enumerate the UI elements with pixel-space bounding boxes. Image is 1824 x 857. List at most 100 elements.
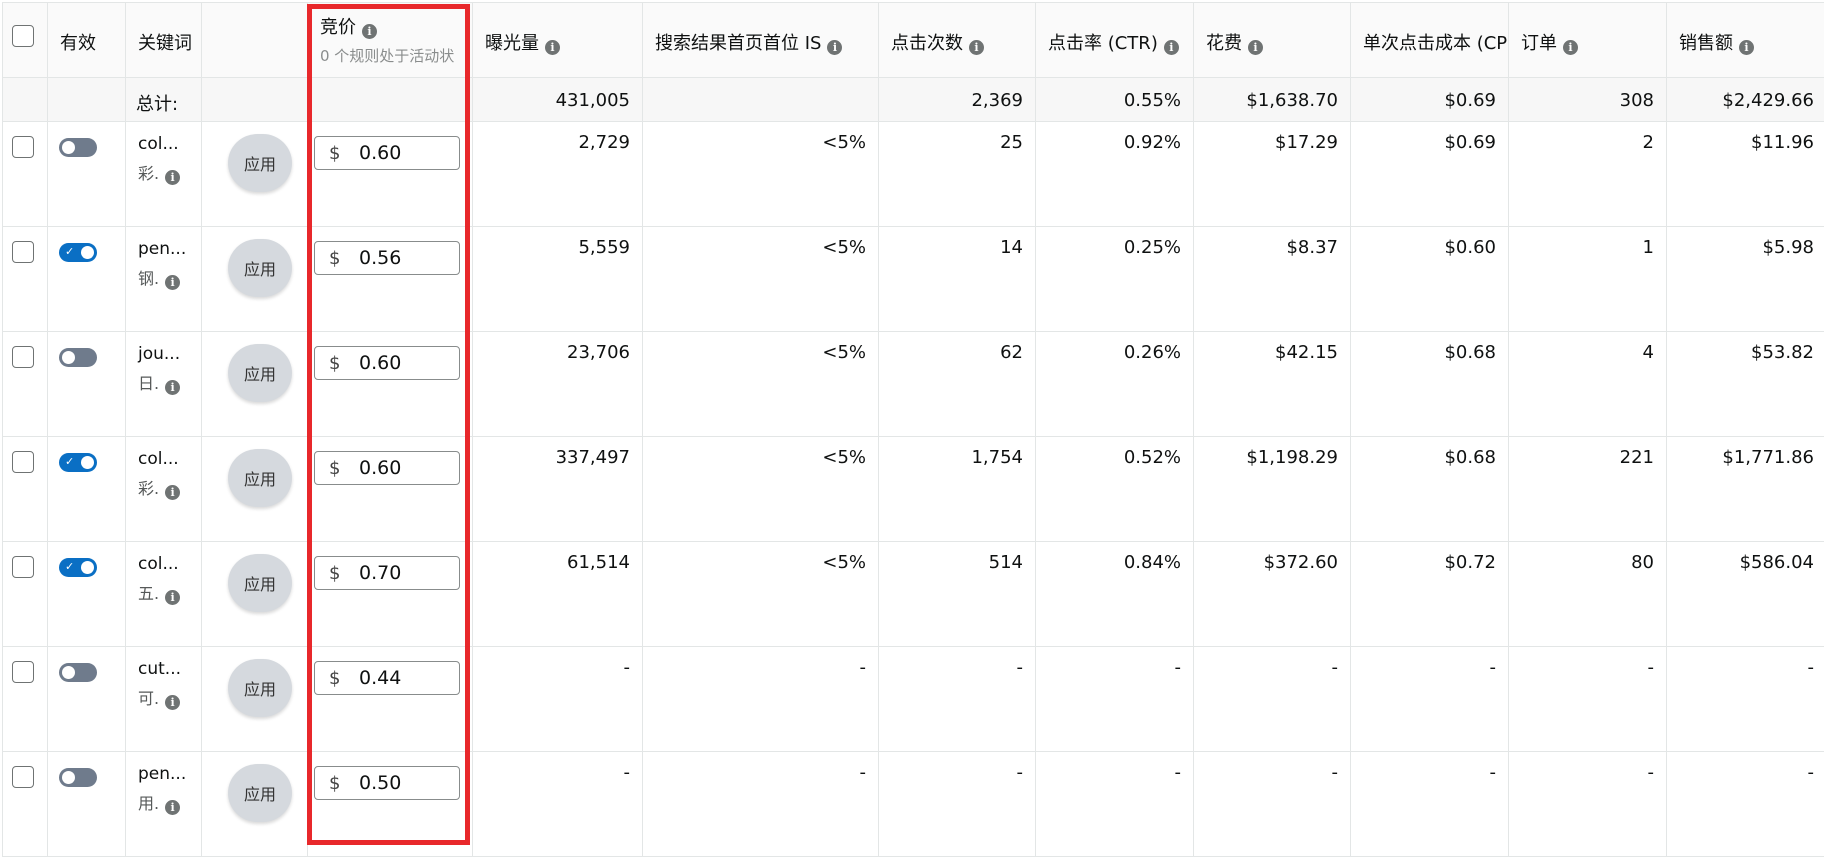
- bid-input[interactable]: [359, 772, 449, 794]
- header-sales[interactable]: 销售额 i: [1667, 2, 1824, 78]
- keyword-text[interactable]: pen...: [138, 239, 186, 259]
- row-checkbox[interactable]: [12, 661, 34, 683]
- bid-rules-status: 0 个规则处于活动状: [320, 47, 455, 65]
- check-icon: ✓: [65, 455, 75, 468]
- orders-value: 4: [1509, 332, 1667, 437]
- active-toggle[interactable]: [59, 138, 97, 157]
- info-icon[interactable]: i: [362, 24, 377, 39]
- orders-value: 221: [1509, 437, 1667, 542]
- header-spend-label: 花费: [1206, 33, 1242, 54]
- header-keyword[interactable]: 关键词: [126, 2, 202, 78]
- ctr-value: 0.25%: [1036, 227, 1194, 332]
- row-select-cell: [2, 437, 48, 542]
- keyword-text[interactable]: pen...: [138, 764, 186, 784]
- total-impressions: 431,005: [473, 78, 643, 122]
- row-keyword-cell: jou... 日. i: [126, 332, 202, 437]
- header-active[interactable]: 有效: [48, 2, 126, 78]
- keyword-text[interactable]: cut...: [138, 659, 181, 679]
- bid-field[interactable]: $: [314, 451, 460, 485]
- info-icon[interactable]: i: [165, 170, 181, 185]
- header-clicks[interactable]: 点击次数 i: [879, 2, 1036, 78]
- info-icon[interactable]: i: [1739, 40, 1754, 55]
- bid-field[interactable]: $: [314, 241, 460, 275]
- row-select-cell: [2, 647, 48, 752]
- cpc-value: -: [1351, 752, 1509, 857]
- info-icon[interactable]: i: [165, 590, 181, 605]
- row-checkbox[interactable]: [12, 556, 34, 578]
- cpc-value: $0.68: [1351, 437, 1509, 542]
- top-is-value: <5%: [643, 227, 879, 332]
- top-is-value: -: [643, 647, 879, 752]
- header-impressions[interactable]: 曝光量 i: [473, 2, 643, 78]
- apply-button[interactable]: 应用: [228, 239, 292, 297]
- keyword-text[interactable]: col...: [138, 449, 180, 469]
- keyword-text[interactable]: col...: [138, 134, 180, 154]
- row-checkbox[interactable]: [12, 136, 34, 158]
- header-ctr[interactable]: 点击率 (CTR) i: [1036, 2, 1194, 78]
- bid-field[interactable]: $: [314, 556, 460, 590]
- row-checkbox[interactable]: [12, 451, 34, 473]
- row-checkbox[interactable]: [12, 241, 34, 263]
- active-toggle[interactable]: ✓: [59, 453, 97, 472]
- bid-field[interactable]: $: [314, 661, 460, 695]
- bid-input[interactable]: [359, 457, 449, 479]
- spend-value: $17.29: [1194, 122, 1351, 227]
- active-toggle[interactable]: [59, 768, 97, 787]
- info-icon[interactable]: i: [827, 40, 843, 55]
- keyword-text[interactable]: jou...: [138, 344, 180, 364]
- info-icon[interactable]: i: [165, 695, 181, 710]
- keyword-text[interactable]: col...: [138, 554, 180, 574]
- header-actions: [202, 2, 308, 78]
- bid-input[interactable]: [359, 562, 449, 584]
- row-checkbox[interactable]: [12, 346, 34, 368]
- apply-button[interactable]: 应用: [228, 659, 292, 717]
- row-select-cell: [2, 227, 48, 332]
- row-apply-cell: 应用: [202, 752, 308, 857]
- header-orders[interactable]: 订单 i: [1509, 2, 1667, 78]
- info-icon[interactable]: i: [165, 485, 181, 500]
- apply-button[interactable]: 应用: [228, 554, 292, 612]
- keyword-translation: 彩.: [138, 164, 160, 183]
- info-icon[interactable]: i: [969, 40, 984, 55]
- info-icon[interactable]: i: [545, 40, 560, 55]
- active-toggle[interactable]: ✓: [59, 558, 97, 577]
- header-impressions-label: 曝光量: [485, 33, 539, 54]
- header-spend[interactable]: 花费 i: [1194, 2, 1351, 78]
- bid-field[interactable]: $: [314, 346, 460, 380]
- active-toggle[interactable]: [59, 348, 97, 367]
- row-checkbox[interactable]: [12, 766, 34, 788]
- header-top-of-search-is[interactable]: 搜索结果首页首位 IS i: [643, 2, 879, 78]
- active-toggle[interactable]: ✓: [59, 243, 97, 262]
- apply-button[interactable]: 应用: [228, 134, 292, 192]
- bid-field[interactable]: $: [314, 766, 460, 800]
- bid-input[interactable]: [359, 667, 449, 689]
- currency-symbol: $: [329, 352, 341, 374]
- total-cpc: $0.69: [1351, 78, 1509, 122]
- info-icon[interactable]: i: [165, 800, 181, 815]
- toggle-knob: [62, 771, 75, 784]
- row-active-cell: ✓: [48, 227, 126, 332]
- apply-button[interactable]: 应用: [228, 449, 292, 507]
- header-cpc[interactable]: 单次点击成本 (CPC): [1351, 2, 1509, 78]
- info-icon[interactable]: i: [165, 380, 181, 395]
- sales-value: $5.98: [1667, 227, 1824, 332]
- select-all-checkbox[interactable]: [12, 25, 34, 47]
- active-toggle[interactable]: [59, 663, 97, 682]
- info-icon[interactable]: i: [1163, 40, 1179, 55]
- info-icon[interactable]: i: [1248, 40, 1263, 55]
- bid-field[interactable]: $: [314, 136, 460, 170]
- bid-input[interactable]: [359, 247, 449, 269]
- toggle-knob: [62, 666, 75, 679]
- keyword-translation: 五.: [138, 584, 160, 603]
- header-bid[interactable]: 竞价 i 0 个规则处于活动状: [308, 2, 473, 78]
- ctr-value: 0.92%: [1036, 122, 1194, 227]
- bid-input[interactable]: [359, 352, 449, 374]
- apply-button[interactable]: 应用: [228, 764, 292, 822]
- info-icon[interactable]: i: [1563, 40, 1578, 55]
- info-icon[interactable]: i: [165, 275, 181, 290]
- header-cpc-label: 单次点击成本 (CPC): [1363, 33, 1508, 54]
- apply-button[interactable]: 应用: [228, 344, 292, 402]
- ctr-value: -: [1036, 752, 1194, 857]
- row-apply-cell: 应用: [202, 437, 308, 542]
- bid-input[interactable]: [359, 142, 449, 164]
